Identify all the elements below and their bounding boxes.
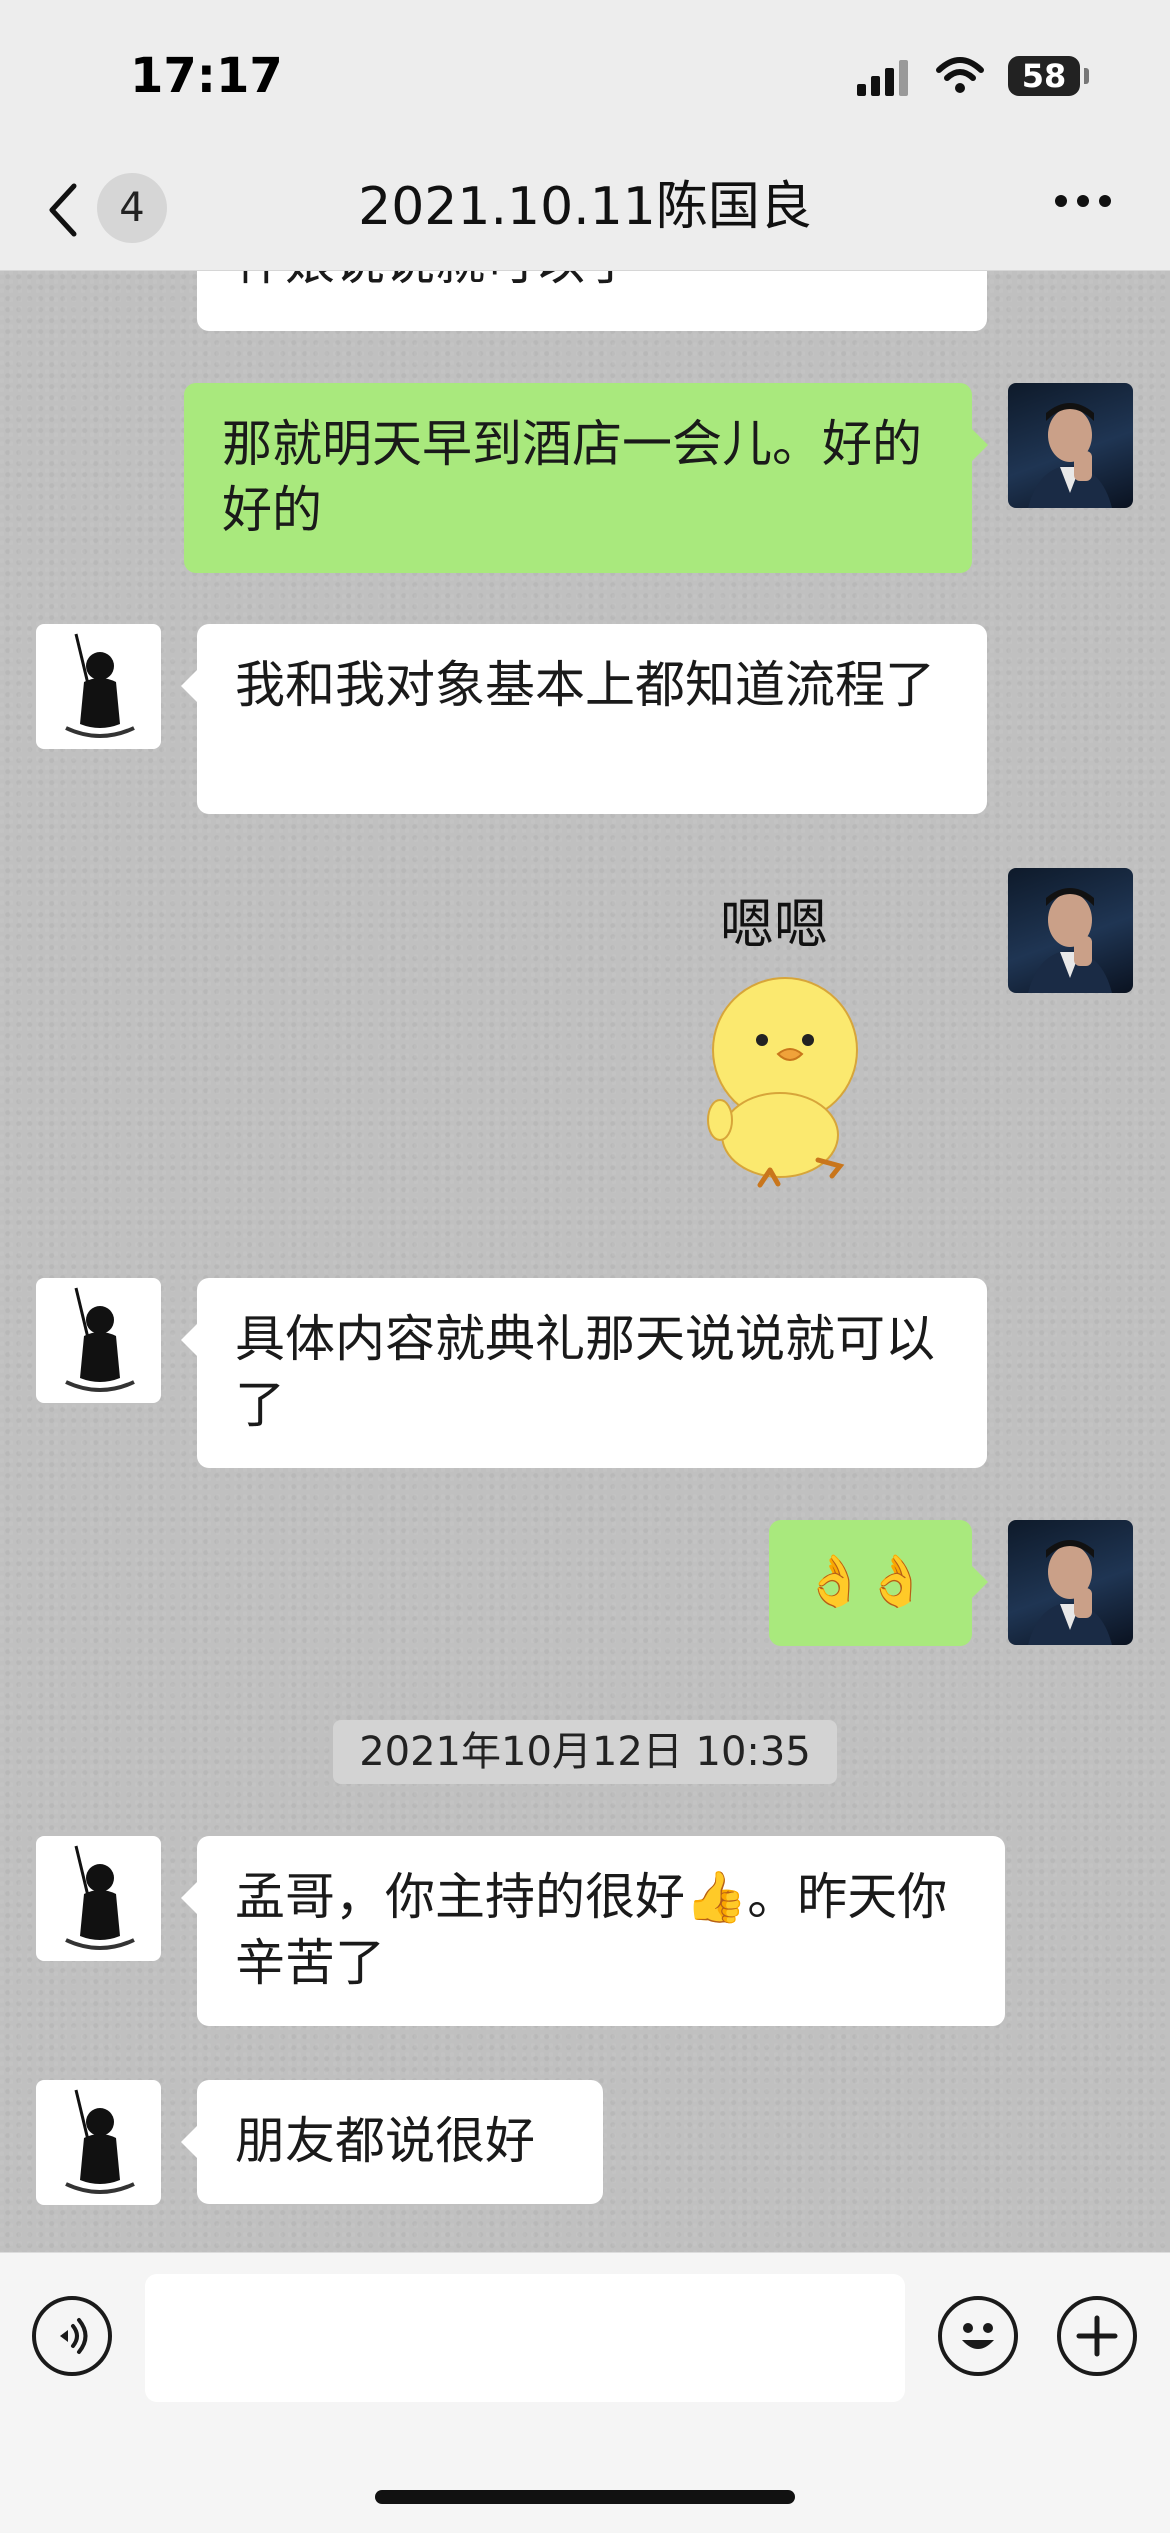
status-bar: 17:17 58: [0, 0, 1170, 150]
chat-timestamp: 2021年10月12日 10:35: [333, 1720, 837, 1784]
message-bubble-received[interactable]: 伴娘说说就可以了: [197, 271, 987, 331]
avatar-silhouette-icon: [65, 1287, 135, 1392]
avatar-other[interactable]: [36, 1278, 161, 1403]
chat-title: 2021.10.11陈国良: [358, 177, 812, 237]
avatar-other[interactable]: [36, 1836, 161, 1961]
sticker-caption: 嗯嗯: [720, 893, 828, 956]
voice-button[interactable]: [32, 2296, 112, 2376]
message-bubble-received[interactable]: 我和我对象基本上都知道流程了: [181, 624, 987, 814]
message-input[interactable]: [145, 2274, 905, 2402]
message-bubble-received[interactable]: 孟哥，你主持的很好👍。昨天你辛苦了: [181, 1836, 1005, 2026]
message-text: 👌👌: [803, 1552, 928, 1610]
message-text: 具体内容就典礼那天说说就可以了: [235, 1310, 935, 1434]
avatar-portrait-icon: [1028, 403, 1112, 508]
avatar-self[interactable]: [1008, 1520, 1133, 1645]
back-chevron-icon[interactable]: [40, 180, 90, 240]
message-bubble-sent[interactable]: 👌👌: [769, 1520, 988, 1646]
duck-sticker[interactable]: [700, 970, 870, 1190]
emoji-button[interactable]: [938, 2296, 1018, 2376]
avatar-self[interactable]: [1008, 868, 1133, 993]
battery-tip: [1084, 68, 1089, 84]
battery-indicator: 58: [1008, 56, 1080, 96]
avatar-silhouette-icon: [65, 2089, 135, 2194]
voice-icon: [60, 2318, 88, 2354]
wifi-icon: [936, 57, 984, 93]
message-bubble-sent[interactable]: 那就明天早到酒店一会儿。好的好的: [184, 383, 988, 573]
chat-header: 4 2021.10.11陈国良: [0, 150, 1170, 271]
message-text: 孟哥，你主持的很好👍。昨天你辛苦了: [235, 1868, 948, 1992]
plus-button[interactable]: [1057, 2296, 1137, 2376]
message-text: 伴娘说说就可以了: [235, 271, 635, 291]
avatar-silhouette-icon: [65, 633, 135, 738]
message-bubble-received[interactable]: 朋友都说很好: [181, 2080, 603, 2204]
message-text: 我和我对象基本上都知道流程了: [235, 656, 935, 714]
more-icon[interactable]: [1050, 192, 1120, 222]
clipped-message-area: 伴娘说说就可以了: [0, 271, 1170, 331]
status-time: 17:17: [130, 48, 283, 104]
message-bubble-received[interactable]: 具体内容就典礼那天说说就可以了: [181, 1278, 987, 1468]
avatar-other[interactable]: [36, 624, 161, 749]
avatar-portrait-icon: [1028, 1540, 1112, 1645]
avatar-other[interactable]: [36, 2080, 161, 2205]
unread-count-badge[interactable]: 4: [97, 173, 167, 243]
home-indicator[interactable]: [375, 2490, 795, 2504]
avatar-self[interactable]: [1008, 383, 1133, 508]
emoji-icon: [962, 2323, 994, 2349]
message-text: 那就明天早到酒店一会儿。好的好的: [222, 415, 922, 539]
message-text: 朋友都说很好: [235, 2112, 535, 2170]
cellular-signal-icon: [857, 60, 908, 96]
avatar-silhouette-icon: [65, 1845, 135, 1950]
plus-icon: [1076, 2315, 1118, 2357]
avatar-portrait-icon: [1028, 888, 1112, 993]
